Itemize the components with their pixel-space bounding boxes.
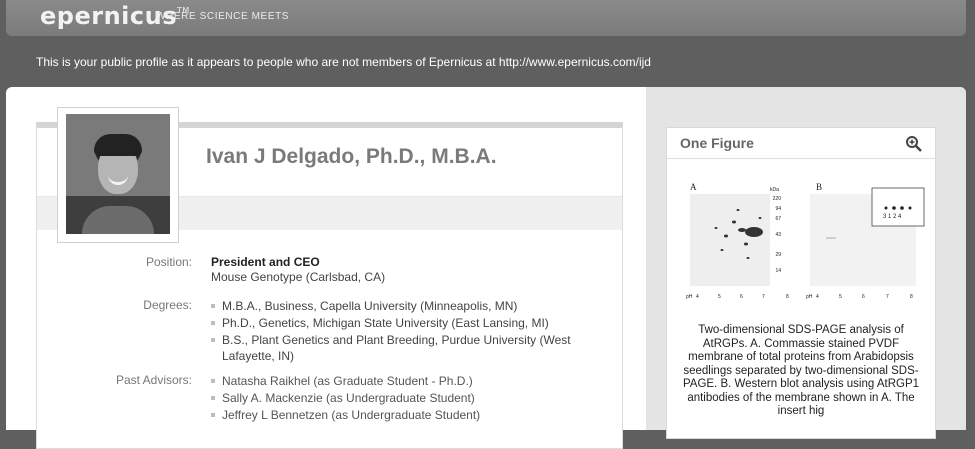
- advisors-list: Natasha Raikhel (as Graduate Student - P…: [211, 373, 611, 424]
- insert-lane-labels: 3 1 2 4: [883, 214, 902, 220]
- top-header-bar: epernicusTM WHERE SCIENCE MEETS: [6, 0, 966, 36]
- profile-name: Ivan J Delgado, Ph.D., M.B.A.: [206, 145, 497, 168]
- advisor-item[interactable]: Sally A. Mackenzie (as Undergraduate Stu…: [211, 390, 611, 406]
- svg-text:6: 6: [740, 294, 743, 300]
- degree-item: B.S., Plant Genetics and Plant Breeding,…: [211, 332, 582, 364]
- svg-text:7: 7: [886, 294, 889, 300]
- panel-b-label: B: [816, 182, 822, 192]
- position-organization[interactable]: Mouse Genotype (Carlsbad, CA): [211, 270, 385, 284]
- mw-tick: 220: [773, 196, 782, 202]
- mw-tick: 94: [775, 206, 781, 212]
- degrees-list: M.B.A., Business, Capella University (Mi…: [211, 298, 611, 365]
- magnifier-plus-icon[interactable]: [905, 135, 923, 153]
- figure-divider: [666, 158, 936, 159]
- advisor-item[interactable]: Jeffrey L Bennetzen (as Undergraduate St…: [211, 407, 611, 423]
- tagline: WHERE SCIENCE MEETS: [156, 11, 290, 22]
- ph-label-a: pH: [686, 294, 693, 300]
- mw-tick: 29: [775, 252, 781, 258]
- svg-text:5: 5: [839, 294, 842, 300]
- svg-text:4: 4: [696, 294, 699, 300]
- svg-text:8: 8: [786, 294, 789, 300]
- kda-label: kDa: [770, 187, 779, 193]
- position-value: President and CEO Mouse Genotype (Carlsb…: [211, 255, 385, 284]
- mw-tick: 67: [775, 216, 781, 222]
- mw-tick: 14: [775, 268, 781, 274]
- mw-tick: 43: [775, 232, 781, 238]
- public-profile-notice: This is your public profile as it appear…: [36, 55, 651, 69]
- profile-photo-frame: [57, 107, 179, 243]
- svg-text:5: 5: [718, 294, 721, 300]
- svg-text:7: 7: [762, 294, 765, 300]
- profile-photo: [66, 114, 170, 234]
- position-label: Position:: [145, 255, 192, 269]
- figure-title: One Figure: [680, 135, 754, 151]
- svg-text:6: 6: [862, 294, 865, 300]
- panel-a-label: A: [690, 182, 697, 192]
- svg-text:4: 4: [816, 294, 819, 300]
- ph-label-b: pH: [806, 294, 813, 300]
- position-title: President and CEO: [211, 255, 320, 269]
- figure-caption: Two-dimensional SDS-PAGE analysis of AtR…: [682, 324, 920, 417]
- advisor-item[interactable]: Natasha Raikhel (as Graduate Student - P…: [211, 373, 611, 389]
- advisors-label: Past Advisors:: [115, 373, 192, 387]
- svg-text:8: 8: [910, 294, 913, 300]
- degree-item: M.B.A., Business, Capella University (Mi…: [211, 298, 611, 314]
- degrees-label: Degrees:: [143, 298, 192, 312]
- degree-item: Ph.D., Genetics, Michigan State Universi…: [211, 315, 611, 331]
- figure-image[interactable]: A B kDa 220 94 67 43 29 14 3 1 2 4 pH 4 …: [686, 180, 926, 305]
